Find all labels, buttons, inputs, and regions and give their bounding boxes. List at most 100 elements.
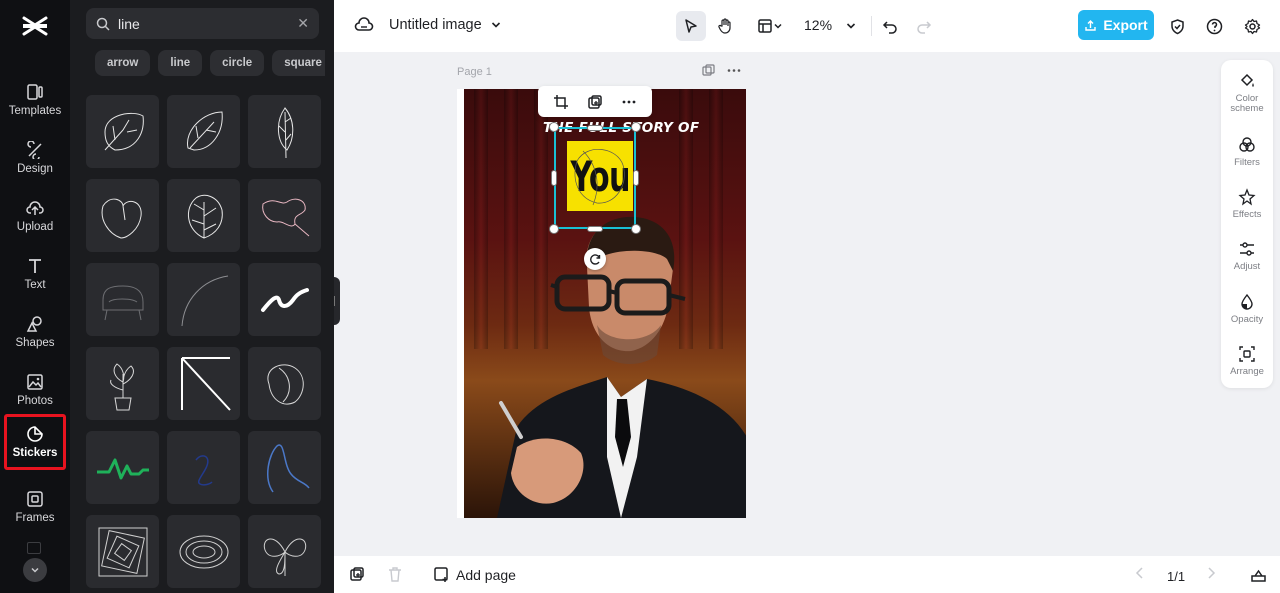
chip-circle[interactable]: circle [210,50,265,76]
sticker-tile[interactable] [86,515,159,588]
tool-label: Effects [1232,209,1262,220]
search-icon [96,17,110,31]
undo-button[interactable] [875,11,905,41]
hand-icon [718,18,731,34]
sticker-tile[interactable] [248,95,321,168]
tool-adjust[interactable]: Adjust [1221,240,1273,272]
divider [871,16,872,36]
hand-tool-button[interactable] [710,11,740,41]
rotate-handle[interactable] [584,248,606,270]
rail-item-shapes[interactable]: Shapes [4,306,66,358]
resize-handle[interactable] [587,226,603,232]
stickers-icon [27,426,43,442]
zoom-dropdown-button[interactable] [836,11,866,41]
resize-handle[interactable] [551,170,557,186]
sticker-tile[interactable] [248,347,321,420]
sticker-tile[interactable] [167,95,240,168]
chip-arrow[interactable]: arrow [95,50,151,76]
rail-item-templates[interactable]: Templates [4,74,66,126]
previous-page-button[interactable] [1134,566,1146,580]
rail-item-text[interactable]: Text [4,248,66,300]
next-page-button[interactable] [1205,566,1217,580]
add-page-button[interactable]: Add page [433,566,516,583]
sticker-tile[interactable] [248,431,321,504]
tool-effects[interactable]: Effects [1221,188,1273,220]
duplicate-icon[interactable] [587,94,603,110]
chip-square[interactable]: square [272,50,325,76]
rail-more-button[interactable] [23,558,47,582]
selection-frame[interactable] [554,127,636,229]
tool-color-scheme[interactable]: Color scheme [1221,72,1273,114]
more-icon[interactable] [727,64,741,77]
chip-line[interactable]: line [158,50,203,76]
tool-label: Adjust [1233,261,1261,272]
page-label: Page 1 [457,66,492,78]
duplicate-page-icon[interactable] [702,64,715,77]
left-rail: Templates Design Upload Text Shapes Phot… [0,0,70,593]
resize-handle[interactable] [587,125,603,131]
add-page-label: Add page [456,566,516,583]
shield-button[interactable] [1162,11,1192,41]
tool-filters[interactable]: Filters [1221,136,1273,168]
sticker-tile[interactable] [167,179,240,252]
rail-label: Design [17,163,53,175]
crop-icon[interactable] [553,94,569,110]
rail-item-photos[interactable]: Photos [4,364,66,416]
settings-button[interactable] [1237,11,1267,41]
delete-page-button[interactable] [387,566,403,582]
export-button[interactable]: Export [1078,10,1154,40]
sticker-tile[interactable] [86,347,159,420]
help-button[interactable] [1199,11,1229,41]
sticker-tile[interactable] [167,347,240,420]
resize-handle[interactable] [633,170,639,186]
suggestion-chips: arrow line circle square [95,50,325,76]
trash-icon [389,567,401,582]
rail-item-upload[interactable]: Upload [4,190,66,242]
sticker-tile[interactable] [167,431,240,504]
resize-handle[interactable] [631,122,641,132]
effects-icon [1238,188,1256,206]
resize-handle[interactable] [631,224,641,234]
chevron-down-icon[interactable] [490,18,502,36]
sticker-tile[interactable] [248,263,321,336]
rail-item-design[interactable]: Design [4,132,66,184]
more-icon[interactable] [621,94,637,110]
layout-menu-button[interactable] [750,11,790,41]
layers-button[interactable] [1250,566,1267,583]
tool-label: Opacity [1230,314,1264,325]
sticker-tile[interactable] [248,515,321,588]
duplicate-page-button[interactable] [349,566,365,582]
sticker-tile[interactable] [86,95,159,168]
zoom-level[interactable]: 12% [804,17,832,33]
search-input[interactable] [118,15,288,32]
sticker-tile[interactable] [86,431,159,504]
cloud-save-icon[interactable] [354,15,374,40]
tool-arrange[interactable]: Arrange [1221,345,1273,377]
search-box: ✕ [86,8,319,39]
clear-search-icon[interactable]: ✕ [297,15,309,32]
sticker-tile[interactable] [86,263,159,336]
select-tool-button[interactable] [676,11,706,41]
top-bar: Untitled image 12% Export [334,0,1280,52]
rail-item-frames[interactable]: Frames [4,481,66,533]
resize-handle[interactable] [549,224,559,234]
rail-item-stickers[interactable]: Stickers [4,414,66,470]
sticker-tile[interactable] [86,179,159,252]
rail-label: Shapes [15,337,55,349]
sticker-tile[interactable] [248,179,321,252]
export-icon [1085,19,1097,31]
sticker-tile[interactable] [167,263,240,336]
document-title[interactable]: Untitled image [389,17,482,33]
design-icon [27,141,42,159]
chevron-left-icon [1135,567,1143,579]
opacity-icon [1241,293,1253,310]
redo-button[interactable] [909,11,939,41]
bottom-bar: Add page 1/1 [334,556,1280,593]
templates-icon [27,84,43,100]
sticker-tile[interactable] [167,515,240,588]
resize-handle[interactable] [549,122,559,132]
collapse-panel-handle[interactable] [334,277,340,325]
element-toolbar [538,86,652,117]
capcut-logo[interactable] [19,12,51,40]
tool-opacity[interactable]: Opacity [1221,293,1273,325]
